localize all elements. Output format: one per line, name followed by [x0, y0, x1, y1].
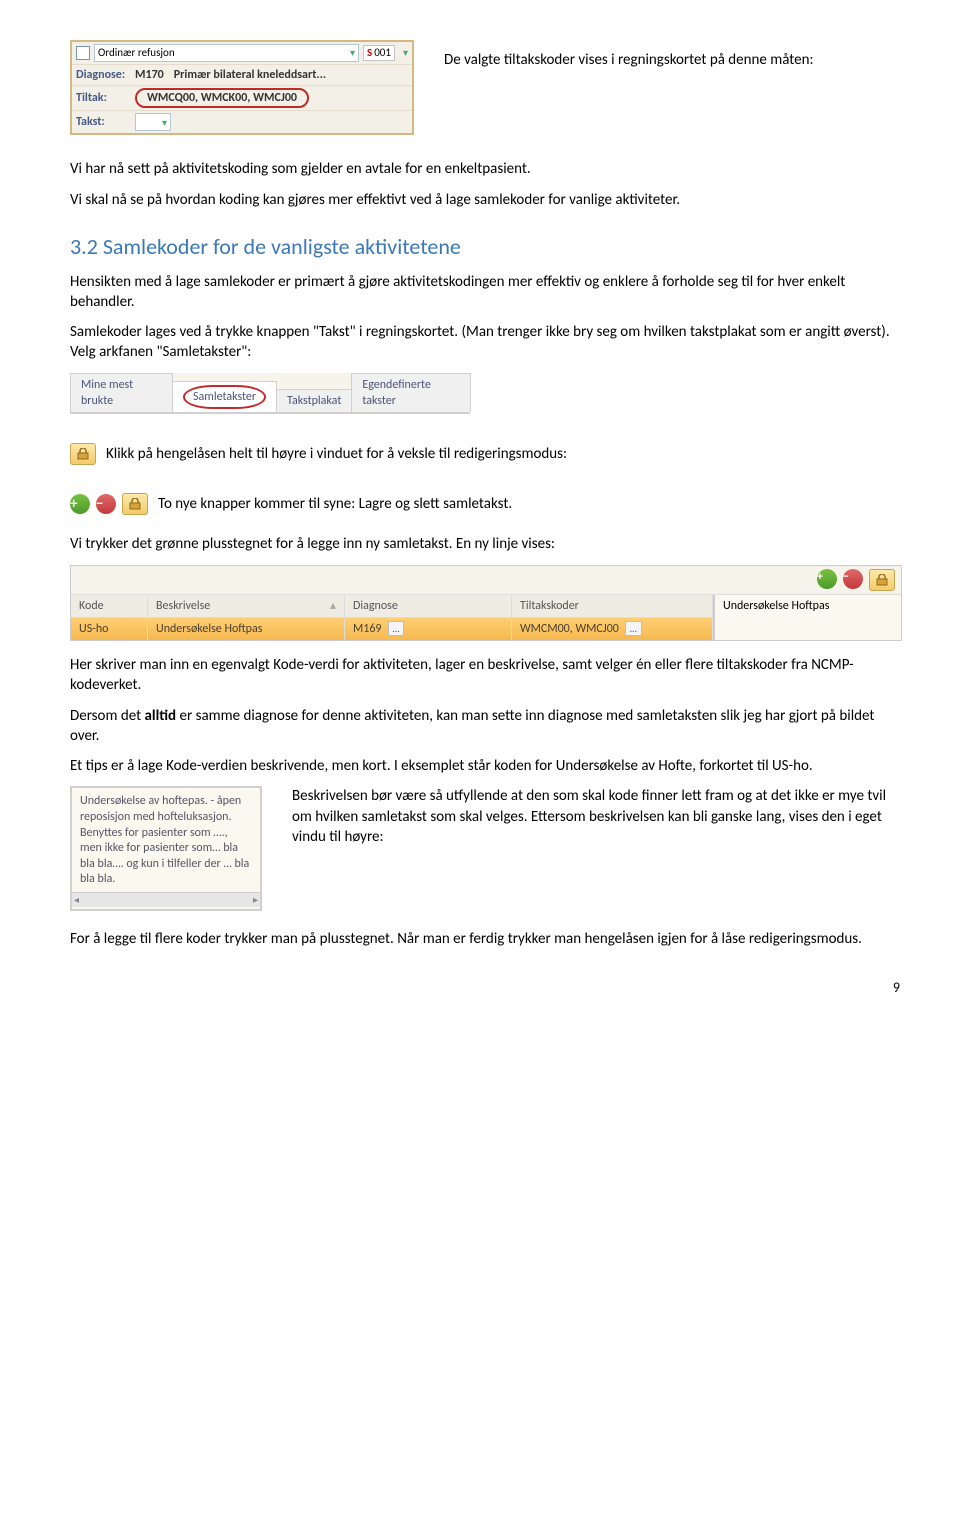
- paragraph: Vi trykker det grønne plusstegnet for å …: [70, 534, 900, 554]
- paragraph: Dersom det alltid er samme diagnose for …: [70, 706, 900, 747]
- s-icon: S: [367, 46, 372, 61]
- tab-samletakster[interactable]: Samletakster: [172, 381, 277, 412]
- tab-samletakster-highlight: Samletakster: [183, 385, 266, 409]
- diagnose-label: Diagnose:: [76, 67, 131, 83]
- delete-icon[interactable]: −: [96, 494, 116, 514]
- cell-beskrivelse: Undersøkelse Hoftpas: [148, 618, 345, 640]
- paragraph: Klikk på hengelåsen helt til høyre i vin…: [106, 444, 900, 464]
- takst-tabbar: Mine mest brukte Samletakster Takstplaka…: [70, 373, 470, 414]
- lock-icon[interactable]: [869, 569, 895, 591]
- paragraph: For å legge til flere koder trykker man …: [70, 929, 900, 949]
- delete-icon[interactable]: −: [843, 569, 863, 589]
- diagnose-code: M170: [135, 67, 164, 83]
- cell-kode: US-ho: [71, 618, 148, 640]
- takst-dropdown[interactable]: ▾: [135, 113, 171, 131]
- col-diagnose: Diagnose: [345, 595, 512, 617]
- table-header: Kode Beskrivelse ▴ Diagnose Tiltakskoder: [71, 595, 713, 618]
- paragraph: Vi har nå sett på aktivitetskoding som g…: [70, 159, 900, 179]
- samletakst-table: + − Kode Beskrivelse ▴ Diagnose Tiltaksk…: [70, 565, 902, 641]
- refusjon-dropdown[interactable]: Ordinær refusjon ▾: [94, 44, 359, 62]
- ellipsis-button[interactable]: …: [388, 621, 405, 637]
- col-kode: Kode: [71, 595, 148, 617]
- code-number: 001: [374, 46, 391, 61]
- paragraph: To nye knapper kommer til syne: Lagre og…: [158, 494, 900, 514]
- paragraph: Beskrivelsen bør være så utfyllende at d…: [292, 786, 900, 847]
- add-icon[interactable]: +: [817, 569, 837, 589]
- col-tiltakskoder: Tiltakskoder: [512, 595, 713, 617]
- refusjon-value: Ordinær refusjon: [98, 46, 175, 61]
- tab-egendefinerte[interactable]: Egendefinerte takster: [351, 373, 471, 412]
- paragraph: Hensikten med å lage samlekoder er primæ…: [70, 272, 900, 313]
- lock-icon[interactable]: [70, 443, 96, 465]
- table-row[interactable]: US-ho Undersøkelse Hoftpas M169… WMCM00,…: [71, 618, 713, 640]
- paragraph: Samlekoder lages ved å trykke knappen "T…: [70, 322, 900, 363]
- cell-tiltakskoder: WMCM00, WMCJ00…: [512, 618, 713, 640]
- scrollbar[interactable]: ◂▸: [72, 892, 260, 907]
- chevron-down-icon: ▾: [162, 116, 167, 130]
- side-panel-label: Undersøkelse Hoftpas: [713, 595, 901, 640]
- chevron-down-icon: ▾: [350, 46, 355, 60]
- tiltak-label: Tiltak:: [76, 90, 131, 106]
- col-beskrivelse: Beskrivelse ▴: [148, 595, 345, 617]
- checkbox-icon[interactable]: [76, 46, 90, 60]
- tiltak-value-highlight: WMCQ00, WMCK00, WMCJ00: [135, 88, 309, 108]
- paragraph: Her skriver man inn en egenvalgt Kode-ve…: [70, 655, 900, 696]
- code-badge: S 001: [363, 45, 395, 62]
- paragraph: De valgte tiltakskoder vises i regningsk…: [444, 50, 900, 70]
- takst-label: Takst:: [76, 114, 131, 130]
- paragraph: Vi skal nå se på hvordan koding kan gjør…: [70, 190, 900, 210]
- chevron-down-icon[interactable]: ▾: [403, 46, 408, 60]
- regningskort-panel: Ordinær refusjon ▾ S 001 ▾ Diagnose: M17…: [70, 40, 414, 135]
- lock-icon[interactable]: [122, 493, 148, 515]
- tab-takstplakat[interactable]: Takstplakat: [276, 389, 352, 412]
- tab-mine-mest-brukte[interactable]: Mine mest brukte: [70, 373, 173, 412]
- diagnose-text: Primær bilateral kneleddsart...: [174, 67, 326, 83]
- cell-diagnose: M169…: [345, 618, 512, 640]
- paragraph: Et tips er å lage Kode-verdien beskriven…: [70, 756, 900, 776]
- description-tooltip-box: Undersøkelse av hoftepas. - åpen reposis…: [70, 786, 262, 911]
- add-icon[interactable]: +: [70, 494, 90, 514]
- ellipsis-button[interactable]: …: [625, 621, 642, 637]
- description-text: Undersøkelse av hoftepas. - åpen reposis…: [80, 794, 249, 886]
- section-heading: 3.2 Samlekoder for de vanligste aktivite…: [70, 232, 900, 262]
- page-number: 9: [70, 979, 900, 998]
